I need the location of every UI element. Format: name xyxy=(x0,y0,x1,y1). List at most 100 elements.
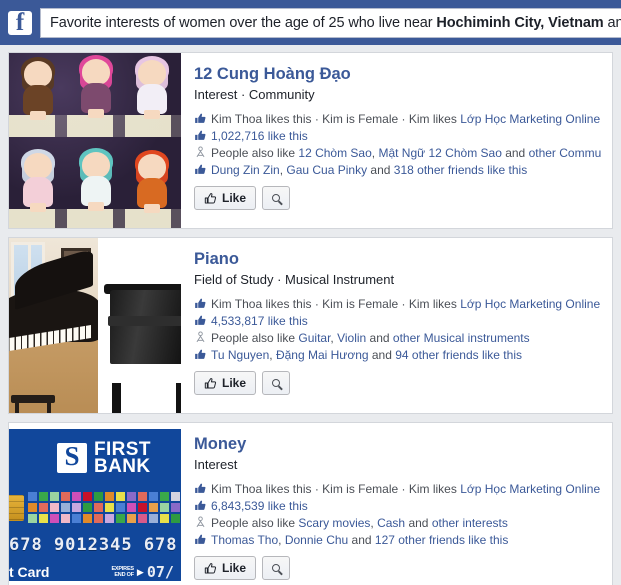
upright-piano-body xyxy=(110,290,181,364)
result-meta-text: Kim Thoa likes this · Kim is Female · Ki… xyxy=(211,111,602,127)
meta-plain-text: Kim is Female xyxy=(322,297,399,311)
meta-plain-text: Kim likes xyxy=(408,482,461,496)
thumbs-up-icon xyxy=(204,562,217,574)
credit-card-face: FIRST BANK 678 9012345 678 t Card xyxy=(9,429,181,581)
result-meta-text: People also like Scary movies, Cash and … xyxy=(211,515,508,531)
facebook-header-bar: f Favorite interests of women over the a… xyxy=(0,0,621,45)
card-chip-icon xyxy=(9,495,24,521)
result-search-button[interactable] xyxy=(262,371,291,395)
chibi-figure xyxy=(73,148,119,212)
meta-link[interactable]: 1,022,716 like this xyxy=(211,129,308,143)
result-meta-text: Thomas Tho, Donnie Chu and 127 other fri… xyxy=(211,532,508,548)
meta-link[interactable]: Đặng Mai Hương xyxy=(276,348,369,362)
meta-link[interactable]: Mật Ngữ 12 Chòm Sao xyxy=(378,146,501,160)
meta-link[interactable]: Cash xyxy=(377,516,405,530)
meta-link[interactable]: 12 Chòm Sao xyxy=(298,146,371,160)
meta-link[interactable]: 318 other friends like this xyxy=(394,163,527,177)
meta-link[interactable]: Violin xyxy=(337,331,366,345)
thumbs-up-icon xyxy=(194,314,207,328)
meta-plain-text: · xyxy=(311,482,323,496)
result-meta-row: People also like Scary movies, Cash and … xyxy=(194,515,602,531)
bank-logo: FIRST BANK xyxy=(57,440,151,477)
result-card[interactable]: Piano Field of Study · Musical Instrumen… xyxy=(8,237,613,414)
meta-plain-text: Kim likes xyxy=(408,297,461,311)
meta-link[interactable]: Lớp Học Marketing Online C&MO xyxy=(460,482,602,496)
expiry-date: 07/ xyxy=(146,563,174,581)
meta-link[interactable]: Dung Zin Zin xyxy=(211,163,280,177)
result-meta-list: Kim Thoa likes this · Kim is Female · Ki… xyxy=(194,481,602,548)
meta-plain-text: Kim Thoa likes this xyxy=(211,482,312,496)
meta-link[interactable]: Thomas Tho xyxy=(211,533,278,547)
meta-plain-text: and xyxy=(367,163,394,177)
meta-plain-text: and xyxy=(366,331,393,345)
result-thumbnail-money[interactable]: FIRST BANK 678 9012345 678 t Card xyxy=(9,423,181,585)
result-title[interactable]: Piano xyxy=(194,249,602,269)
result-card[interactable]: FIRST BANK 678 9012345 678 t Card xyxy=(8,422,613,585)
meta-link[interactable]: other Musical instruments xyxy=(393,331,530,345)
result-meta-row: 1,022,716 like this xyxy=(194,128,602,144)
chibi-figure xyxy=(15,149,61,213)
search-query-prefix: Favorite interests of women over the age… xyxy=(50,14,437,31)
meta-link[interactable]: Scary movies xyxy=(298,516,370,530)
meta-plain-text: Kim Thoa likes this xyxy=(211,112,312,126)
result-actions: Like xyxy=(194,371,602,395)
meta-link[interactable]: Gau Cua Pinky xyxy=(286,163,367,177)
chibi-figure xyxy=(15,57,61,121)
result-title[interactable]: Money xyxy=(194,434,602,454)
credit-card-artwork: FIRST BANK 678 9012345 678 t Card xyxy=(9,423,181,585)
search-icon xyxy=(272,379,281,387)
result-card[interactable]: 12 Cung Hoàng Đạo Interest · Community K… xyxy=(8,52,613,229)
result-meta-row: 4,533,817 like this xyxy=(194,313,602,329)
result-title[interactable]: 12 Cung Hoàng Đạo xyxy=(194,64,602,84)
meta-link[interactable]: Tu Nguyen xyxy=(211,348,269,362)
bank-monogram-icon xyxy=(57,441,87,473)
meta-link[interactable]: 4,533,817 like this xyxy=(211,314,308,328)
facebook-logo-icon[interactable]: f xyxy=(8,9,32,36)
piano-photo-artwork xyxy=(9,238,181,413)
meta-plain-text: People also like xyxy=(211,146,299,160)
meta-plain-text: · xyxy=(311,112,323,126)
meta-link[interactable]: other interests xyxy=(432,516,508,530)
result-meta-list: Kim Thoa likes this · Kim is Female · Ki… xyxy=(194,296,602,363)
like-button[interactable]: Like xyxy=(194,556,257,580)
like-button-label: Like xyxy=(222,191,247,205)
meta-link[interactable]: Donnie Chu xyxy=(285,533,348,547)
meta-plain-text: · xyxy=(311,297,323,311)
like-button[interactable]: Like xyxy=(194,186,257,210)
search-results-list: 12 Cung Hoàng Đạo Interest · Community K… xyxy=(0,45,621,585)
meta-link[interactable]: Lớp Học Marketing Online C&MO xyxy=(460,112,602,126)
search-icon xyxy=(272,564,281,572)
result-thumbnail-piano[interactable] xyxy=(9,238,181,413)
meta-link[interactable]: Lớp Học Marketing Online C&MO xyxy=(460,297,602,311)
meta-link[interactable]: other Communities xyxy=(529,146,602,160)
result-meta-text: Kim Thoa likes this · Kim is Female · Ki… xyxy=(211,296,602,312)
thumbs-up-icon xyxy=(194,297,207,311)
meta-plain-text: · xyxy=(398,297,409,311)
result-search-button[interactable] xyxy=(262,556,291,580)
chibi-figure xyxy=(129,150,175,214)
thumbs-up-icon xyxy=(194,129,207,143)
result-meta-row: Kim Thoa likes this · Kim is Female · Ki… xyxy=(194,296,602,312)
expires-label: EXPIRES END OF xyxy=(111,566,134,578)
result-meta-row: Tu Nguyen, Đặng Mai Hương and 94 other f… xyxy=(194,347,602,363)
meta-link[interactable]: 6,843,539 like this xyxy=(211,499,308,513)
result-meta-text: Tu Nguyen, Đặng Mai Hương and 94 other f… xyxy=(211,347,522,363)
meta-link[interactable]: Guitar xyxy=(298,331,330,345)
like-button-label: Like xyxy=(222,561,247,575)
thumbs-up-icon xyxy=(204,192,217,204)
result-meta-text: Kim Thoa likes this · Kim is Female · Ki… xyxy=(211,481,602,497)
meta-link[interactable]: 127 other friends like this xyxy=(375,533,508,547)
result-meta-text: People also like 12 Chòm Sao, Mật Ngữ 12… xyxy=(211,145,602,161)
meta-plain-text: and xyxy=(368,348,396,362)
search-input[interactable]: Favorite interests of women over the age… xyxy=(50,9,621,37)
like-button[interactable]: Like xyxy=(194,371,257,395)
result-thumbnail-zodiac[interactable] xyxy=(9,53,181,228)
grand-piano-photo xyxy=(9,238,99,413)
people-icon xyxy=(194,516,207,530)
result-search-button[interactable] xyxy=(262,186,291,210)
chibi-figure xyxy=(73,55,119,119)
graph-search-bar[interactable]: Favorite interests of women over the age… xyxy=(40,7,621,38)
bank-name-line2: BANK xyxy=(94,456,151,477)
meta-link[interactable]: 94 other friends like this xyxy=(395,348,522,362)
result-meta-text: Dung Zin Zin, Gau Cua Pinky and 318 othe… xyxy=(211,162,527,178)
